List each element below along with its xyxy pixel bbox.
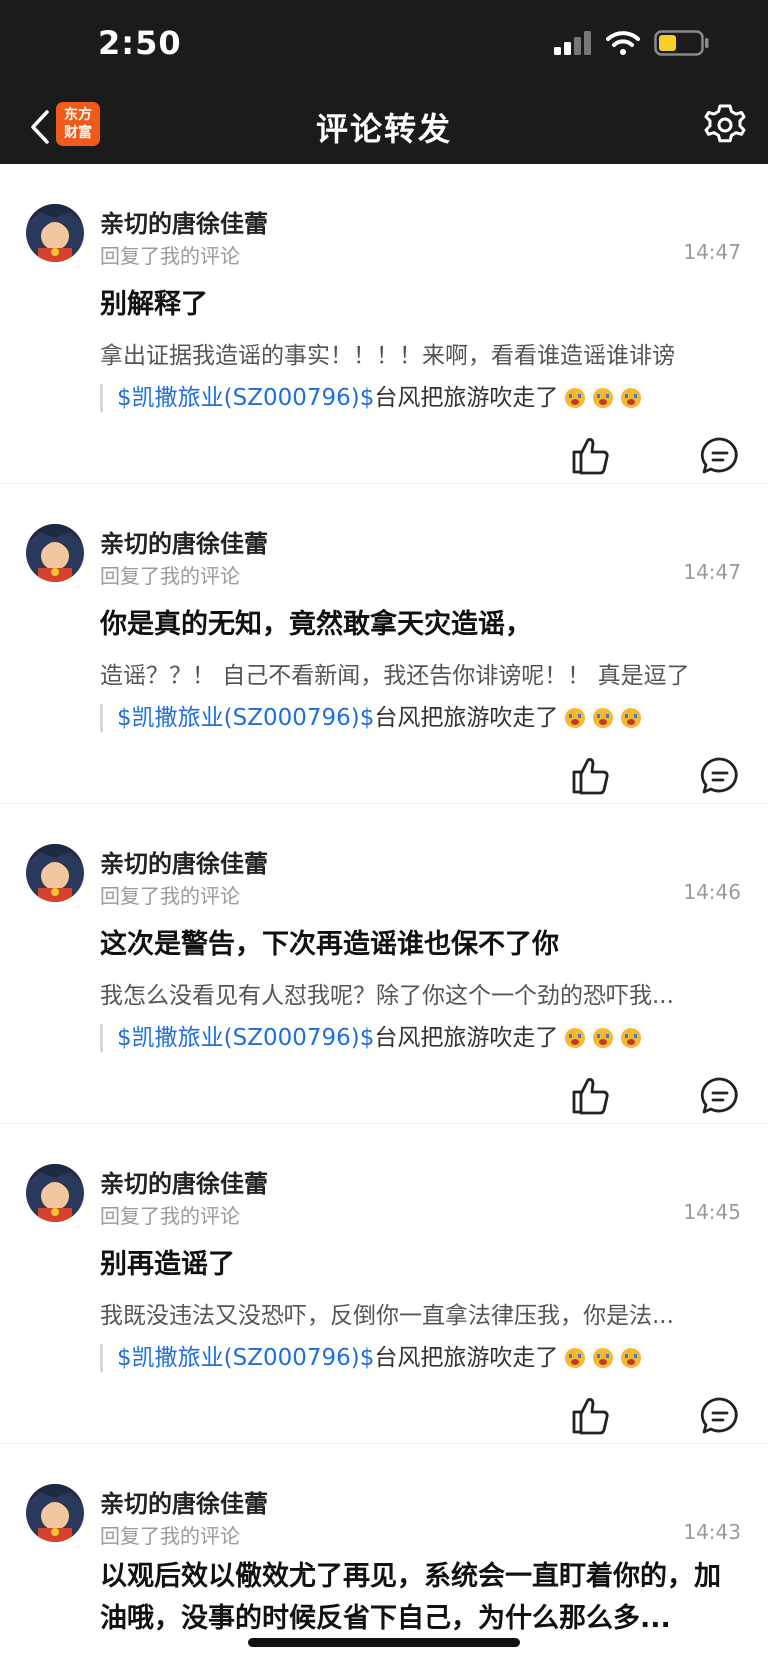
crying-emoji-icon <box>565 1348 586 1368</box>
crying-emoji-icon <box>621 388 642 408</box>
thumbs-up-icon[interactable] <box>570 1394 612 1436</box>
action-text: 回复了我的评论 <box>100 1204 240 1228</box>
stock-link[interactable]: $凯撒旅业(SZ000796)$ <box>117 1024 374 1052</box>
comment-card[interactable]: 亲切的唐徐佳蕾 回复了我的评论 14:47 别解释了 拿出证据我造谣的事实！！！… <box>0 164 768 484</box>
timestamp: 14:46 <box>683 880 741 904</box>
username[interactable]: 亲切的唐徐佳蕾 <box>100 524 268 559</box>
stock-link[interactable]: $凯撒旅业(SZ000796)$ <box>117 384 374 412</box>
action-text: 回复了我的评论 <box>100 564 240 588</box>
wifi-icon <box>606 31 640 55</box>
crying-emoji-icon <box>621 1028 642 1048</box>
timestamp: 14:47 <box>683 240 741 264</box>
comment-bubble-icon[interactable] <box>700 1396 740 1436</box>
reply-text[interactable]: 别解释了 <box>100 282 730 321</box>
avatar[interactable] <box>26 524 84 582</box>
reply-text[interactable]: 这次是警告，下次再造谣谁也保不了你 <box>100 922 730 961</box>
reply-text[interactable]: 别再造谣了 <box>100 1242 730 1281</box>
signal-icon <box>554 31 591 55</box>
avatar[interactable] <box>26 204 84 262</box>
thumbs-up-icon[interactable] <box>570 754 612 796</box>
timestamp: 14:45 <box>683 1200 741 1224</box>
username[interactable]: 亲切的唐徐佳蕾 <box>100 204 268 239</box>
action-text: 回复了我的评论 <box>100 884 240 908</box>
referenced-post[interactable]: $凯撒旅业(SZ000796)$ 台风把旅游吹走了 <box>100 1024 642 1052</box>
status-bar: 2:50 <box>0 0 768 90</box>
comment-bubble-icon[interactable] <box>700 756 740 796</box>
nav-bar: 东方 财富 评论转发 <box>0 90 768 164</box>
crying-emoji-icon <box>565 708 586 728</box>
avatar-image <box>26 204 84 262</box>
crying-emoji-icon <box>593 1028 614 1048</box>
gear-icon <box>704 104 746 143</box>
avatar[interactable] <box>26 1484 84 1542</box>
avatar[interactable] <box>26 1164 84 1222</box>
home-indicator[interactable] <box>248 1638 520 1647</box>
post-title: 台风把旅游吹走了 <box>374 705 559 731</box>
reply-text[interactable]: 以观后效以儆效尤了再见，系统会一直盯着你的，加油哦，没事的时候反省下自己，为什么… <box>100 1556 730 1640</box>
battery-icon <box>654 30 709 56</box>
avatar-image <box>26 844 84 902</box>
thumbs-up-icon[interactable] <box>570 1074 612 1116</box>
crying-emoji-icon <box>593 1348 614 1368</box>
reply-text[interactable]: 你是真的无知，竟然敢拿天灾造谣， <box>100 602 730 641</box>
post-title: 台风把旅游吹走了 <box>374 1345 559 1371</box>
avatar-image <box>26 1164 84 1222</box>
comment-card[interactable]: 亲切的唐徐佳蕾 回复了我的评论 14:43 以观后效以儆效尤了再见，系统会一直盯… <box>0 1444 768 1644</box>
action-text: 回复了我的评论 <box>100 1524 240 1548</box>
crying-emoji-icon <box>565 1028 586 1048</box>
comment-bubble-icon[interactable] <box>700 1076 740 1116</box>
stock-link[interactable]: $凯撒旅业(SZ000796)$ <box>117 1344 374 1372</box>
quoted-comment[interactable]: 我既没违法又没恐吓，反倒你一直拿法律压我，你是法... <box>100 1296 730 1330</box>
referenced-post[interactable]: $凯撒旅业(SZ000796)$ 台风把旅游吹走了 <box>100 704 642 732</box>
page-title: 评论转发 <box>315 110 452 148</box>
crying-emoji-icon <box>593 708 614 728</box>
quoted-comment[interactable]: 我怎么没看见有人怼我呢？除了你这个一个劲的恐吓我... <box>100 976 730 1010</box>
comment-card[interactable]: 亲切的唐徐佳蕾 回复了我的评论 14:45 别再造谣了 我既没违法又没恐吓，反倒… <box>0 1124 768 1444</box>
settings-button[interactable] <box>702 102 748 148</box>
comment-card[interactable]: 亲切的唐徐佳蕾 回复了我的评论 14:46 这次是警告，下次再造谣谁也保不了你 … <box>0 804 768 1124</box>
status-icons <box>554 30 710 56</box>
stock-link[interactable]: $凯撒旅业(SZ000796)$ <box>117 704 374 732</box>
comment-bubble-icon[interactable] <box>700 436 740 476</box>
username[interactable]: 亲切的唐徐佳蕾 <box>100 1164 268 1199</box>
crying-emoji-icon <box>565 388 586 408</box>
quoted-comment[interactable]: 拿出证据我造谣的事实！！！！来啊，看看谁造谣谁诽谤 <box>100 336 730 370</box>
timestamp: 14:43 <box>683 1520 741 1544</box>
avatar[interactable] <box>26 844 84 902</box>
post-title: 台风把旅游吹走了 <box>374 1025 559 1051</box>
post-title: 台风把旅游吹走了 <box>374 385 559 411</box>
avatar-image <box>26 1484 84 1542</box>
referenced-post[interactable]: $凯撒旅业(SZ000796)$ 台风把旅游吹走了 <box>100 1344 642 1372</box>
crying-emoji-icon <box>621 708 642 728</box>
crying-emoji-icon <box>621 1348 642 1368</box>
thumbs-up-icon[interactable] <box>570 434 612 476</box>
status-time: 2:50 <box>98 24 182 62</box>
comment-feed: 亲切的唐徐佳蕾 回复了我的评论 14:47 别解释了 拿出证据我造谣的事实！！！… <box>0 164 768 1644</box>
comment-card[interactable]: 亲切的唐徐佳蕾 回复了我的评论 14:47 你是真的无知，竟然敢拿天灾造谣， 造… <box>0 484 768 804</box>
username[interactable]: 亲切的唐徐佳蕾 <box>100 844 268 879</box>
crying-emoji-icon <box>593 388 614 408</box>
quoted-comment[interactable]: 造谣？？！ 自己不看新闻，我还告你诽谤呢！！ 真是逗了 <box>100 656 730 690</box>
timestamp: 14:47 <box>683 560 741 584</box>
username[interactable]: 亲切的唐徐佳蕾 <box>100 1484 268 1519</box>
action-text: 回复了我的评论 <box>100 244 240 268</box>
avatar-image <box>26 524 84 582</box>
referenced-post[interactable]: $凯撒旅业(SZ000796)$ 台风把旅游吹走了 <box>100 384 642 412</box>
